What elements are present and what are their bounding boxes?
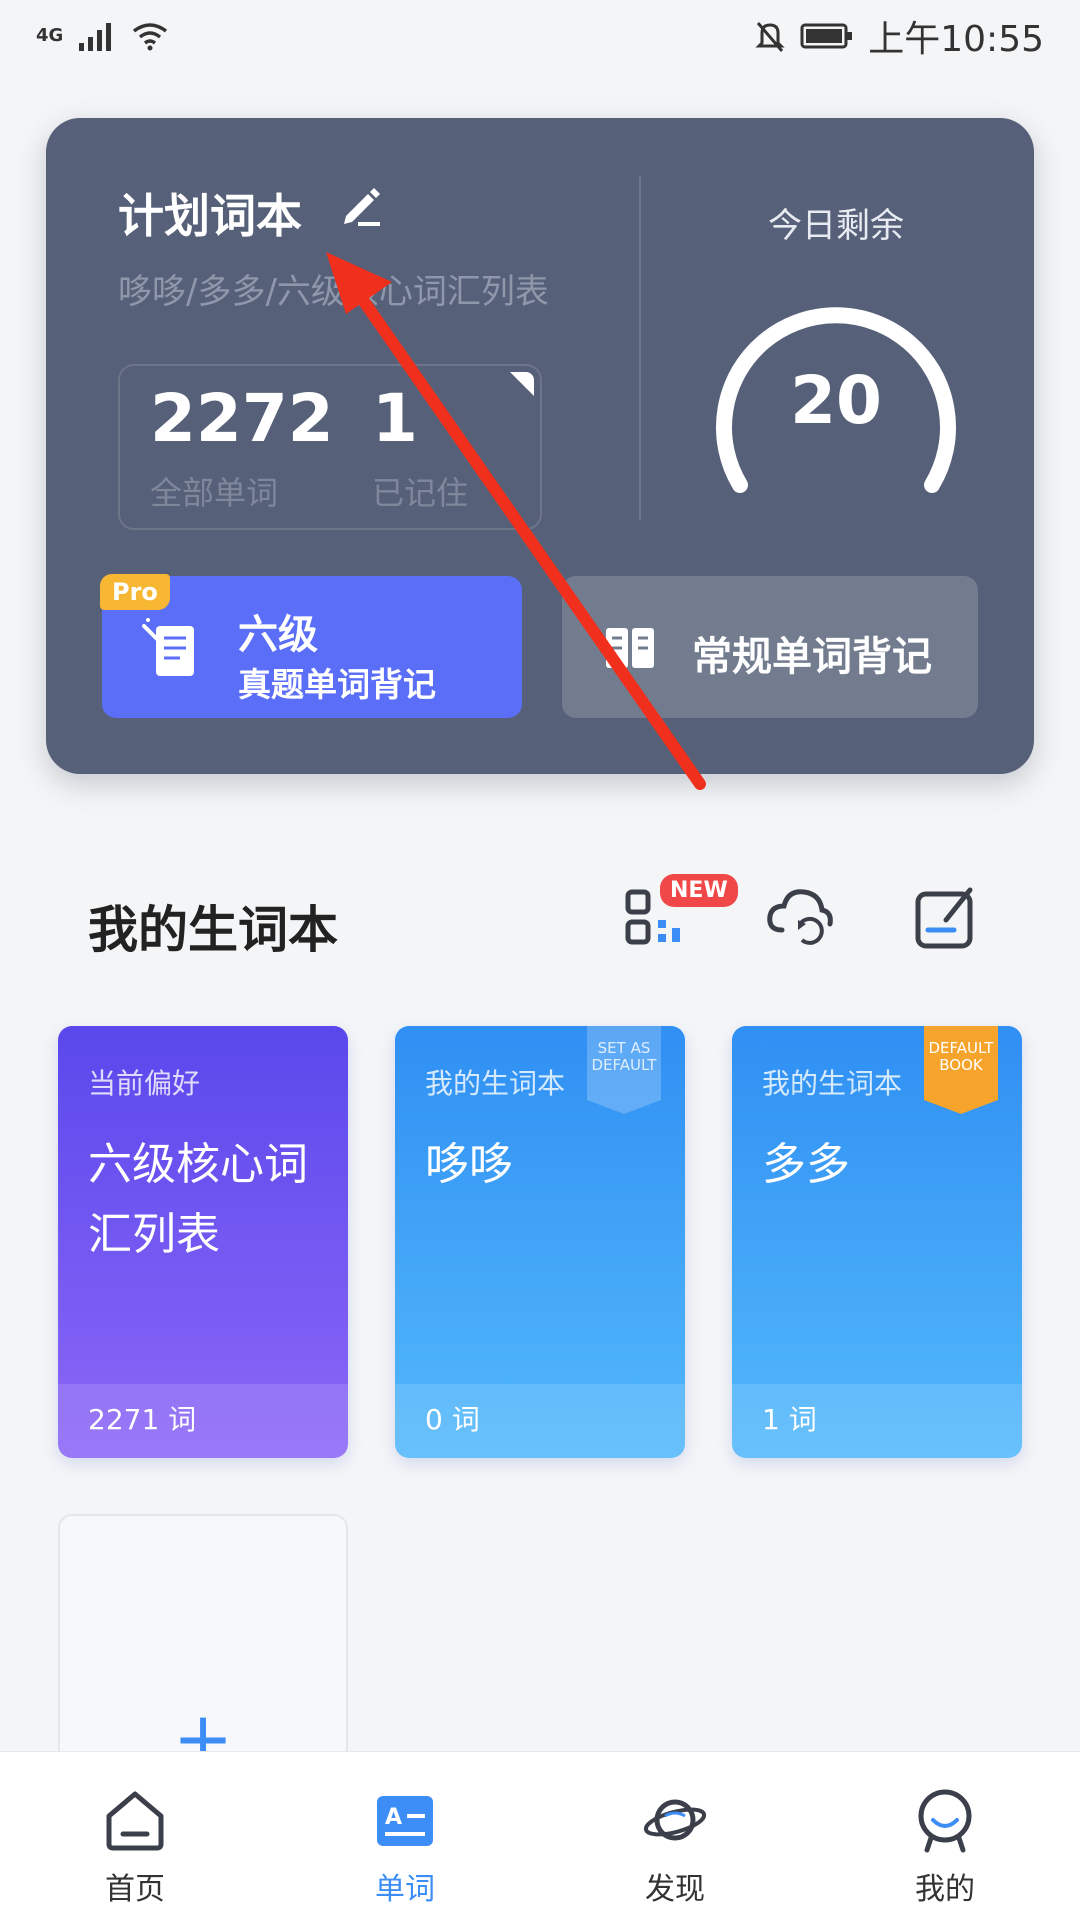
plan-card: 计划词本 哆哆/多多/六级核心词汇列表 2272 全部单词 1 已记住 今日剩余…	[46, 118, 1034, 774]
network-type: 4G	[36, 25, 64, 46]
tab-label: 单词	[375, 1872, 435, 1907]
pro-button-subtitle: 真题单词背记	[238, 665, 436, 704]
plan-subtitle: 哆哆/多多/六级核心词汇列表	[118, 272, 549, 312]
tab-words[interactable]: A 单词	[270, 1752, 540, 1920]
book-name: 哆哆	[425, 1139, 513, 1190]
book-card-duoduo[interactable]: SET AS DEFAULT 我的生词本 哆哆 0 词	[395, 1026, 685, 1458]
total-words-label: 全部单词	[150, 474, 279, 512]
home-icon	[106, 1791, 164, 1851]
corner-marker	[510, 372, 534, 396]
book-word-count: 2271 词	[88, 1403, 197, 1436]
book-category: 当前偏好	[88, 1067, 201, 1100]
tab-label: 发现	[645, 1872, 705, 1907]
wifi-icon	[133, 23, 168, 51]
vertical-divider	[639, 176, 641, 520]
book-category: 我的生词本	[762, 1067, 903, 1100]
pro-cet6-button[interactable]: Pro 六级 真题单词背记	[100, 574, 522, 718]
book-name: 六级核心词汇列表	[88, 1139, 308, 1260]
svg-text:A: A	[385, 1805, 402, 1830]
cloud-sync-icon[interactable]	[764, 880, 836, 952]
default-book-ribbon: DEFAULT BOOK	[924, 1026, 998, 1114]
regular-memorize-button[interactable]: 常规单词背记	[562, 576, 978, 718]
today-remaining-label: 今日剩余	[768, 206, 904, 246]
clock: 上午10:55	[868, 19, 1044, 60]
tab-me[interactable]: 我的	[810, 1752, 1080, 1920]
status-left: 4G	[36, 21, 169, 51]
plan-title: 计划词本	[118, 189, 302, 243]
book-category: 我的生词本	[425, 1067, 566, 1100]
word-stats-box[interactable]: 2272 全部单词 1 已记住	[118, 364, 542, 530]
planet-icon	[643, 1799, 707, 1841]
open-book-icon	[606, 628, 654, 668]
pro-button-title: 六级	[238, 612, 318, 658]
status-right: 上午10:55	[754, 10, 1044, 62]
book-name: 多多	[762, 1139, 850, 1190]
remembered-stat: 1 已记住	[372, 386, 468, 514]
mute-bell-icon	[755, 22, 785, 52]
set-default-ribbon[interactable]: SET AS DEFAULT	[587, 1026, 661, 1114]
bottom-tab-bar: 首页 A 单词 发现 我的	[0, 1751, 1080, 1920]
total-words-stat: 2272 全部单词	[150, 386, 334, 514]
battery-icon	[800, 23, 853, 49]
status-bar: 4G 上午10:55	[0, 0, 1080, 72]
regular-button-label: 常规单词背记	[692, 634, 932, 680]
pro-badge: Pro	[100, 574, 170, 610]
tab-label: 我的	[915, 1872, 975, 1907]
remembered-label: 已记住	[372, 474, 469, 512]
tab-discover[interactable]: 发现	[540, 1752, 810, 1920]
tab-label: 首页	[105, 1872, 165, 1907]
signal-icon	[79, 23, 112, 51]
tab-home[interactable]: 首页	[0, 1752, 270, 1920]
book-word-count: 0 词	[425, 1403, 480, 1436]
section-title: 我的生词本	[88, 901, 338, 959]
note-edit-icon[interactable]	[910, 880, 982, 952]
today-remaining-number: 20	[790, 362, 882, 439]
book-card-preference[interactable]: 当前偏好 六级核心词汇列表 2271 词	[58, 1026, 348, 1458]
new-badge: NEW	[660, 874, 738, 907]
profile-icon	[918, 1789, 972, 1853]
total-words-number: 2272	[150, 380, 334, 457]
words-icon: A	[377, 1796, 433, 1846]
edit-icon[interactable]	[336, 180, 384, 228]
remembered-number: 1	[372, 380, 418, 457]
book-card-duoduo-default[interactable]: DEFAULT BOOK 我的生词本 多多 1 词	[732, 1026, 1022, 1458]
exam-paper-icon	[142, 618, 194, 676]
book-word-count: 1 词	[762, 1403, 817, 1436]
